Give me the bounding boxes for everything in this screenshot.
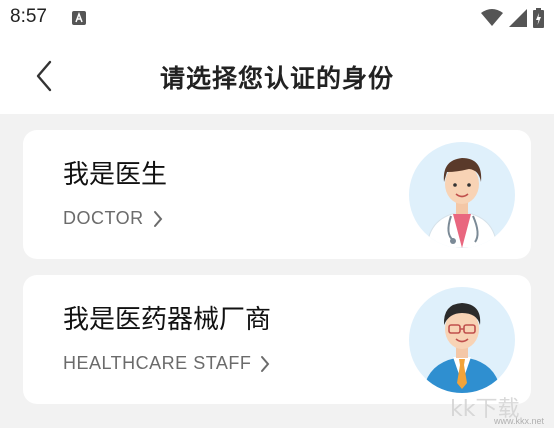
staff-avatar-icon (409, 287, 515, 393)
staff-card-subtitle-text: HEALTHCARE STAFF (63, 353, 252, 373)
staff-card-title: 我是医药器械厂商 (63, 305, 272, 335)
staff-card[interactable]: 我是医药器械厂商 HEALTHCARE STAFF (23, 275, 531, 404)
doctor-card-title: 我是医生 (63, 160, 168, 190)
doctor-card-subtitle: DOCTOR (63, 208, 164, 229)
doctor-card-subtitle-text: DOCTOR (63, 208, 144, 228)
notification-a-icon (72, 11, 86, 25)
signal-icon (509, 9, 527, 27)
chevron-right-icon (261, 355, 270, 372)
status-bar: 8:57 (0, 0, 554, 38)
watermark-url: www.kkx.net (493, 416, 544, 426)
wifi-icon (481, 9, 503, 26)
page-title: 请选择您认证的身份 (159, 64, 394, 93)
chevron-right-icon (153, 210, 162, 227)
doctor-card[interactable]: 我是医生 DOCTOR (23, 130, 531, 259)
status-time: 8:57 (10, 6, 47, 27)
header: 请选择您认证的身份 (0, 38, 554, 114)
staff-card-subtitle: HEALTHCARE STAFF (63, 353, 271, 374)
battery-icon (533, 8, 544, 28)
status-icons (481, 8, 544, 28)
doctor-avatar-icon (409, 142, 515, 248)
